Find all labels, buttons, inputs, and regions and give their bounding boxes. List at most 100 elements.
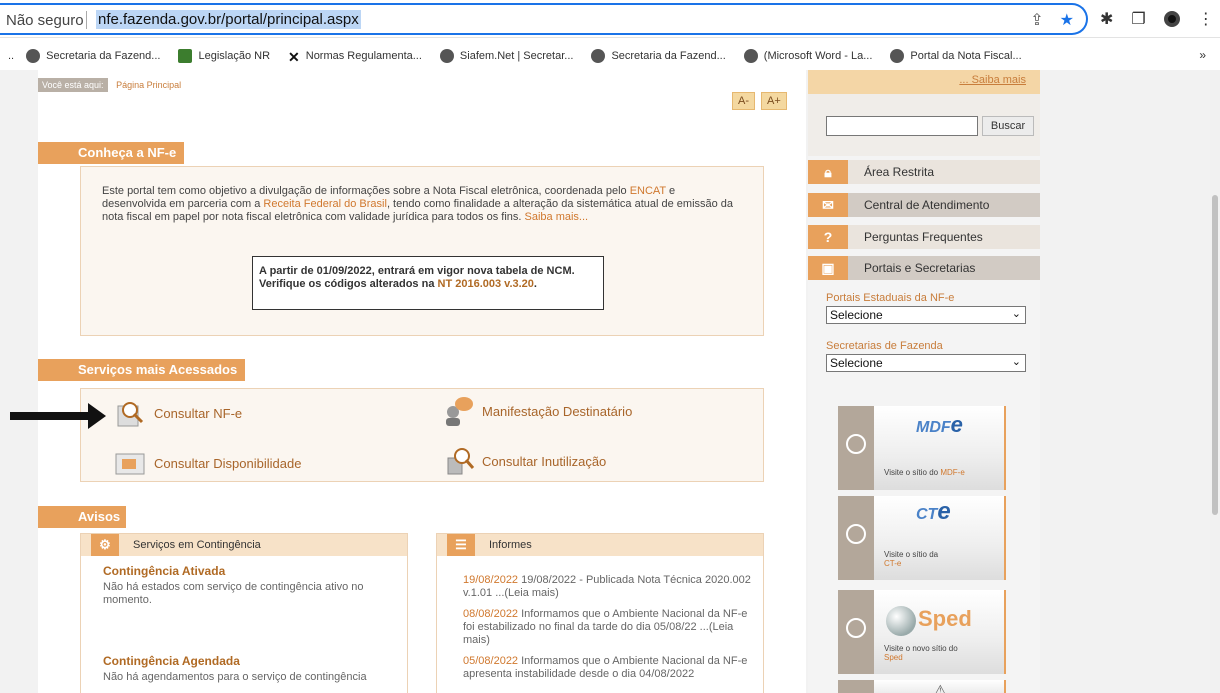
breadcrumb-current[interactable]: Página Principal: [116, 80, 181, 90]
search-button[interactable]: Buscar: [982, 116, 1034, 136]
profile-icon[interactable]: [1163, 11, 1180, 27]
area-restrita-button[interactable]: 🔒︎ Área Restrita: [808, 160, 1040, 184]
banner-highlight: MDF-e: [940, 468, 965, 477]
pointer-arrow: [10, 412, 94, 420]
consultar-nfe-link[interactable]: Consultar NF-e: [114, 398, 242, 428]
bookmark-label: Secretaria da Fazend...: [46, 50, 161, 62]
menu-label: Central de Atendimento: [864, 198, 990, 212]
saiba-mais-link[interactable]: ... Saiba mais: [808, 70, 1040, 94]
bookmark-star-icon[interactable]: ★: [1060, 10, 1074, 30]
side-panel-icon[interactable]: ❐: [1131, 9, 1145, 29]
informes-header: ☰ Informes: [437, 534, 763, 556]
next-banner[interactable]: ⚠: [838, 680, 1006, 693]
banner-side: [838, 590, 874, 674]
chevron-down-icon: ⌄: [1011, 356, 1021, 368]
trash-search-icon: [442, 446, 476, 476]
bookmarks-leading[interactable]: ..: [8, 50, 14, 62]
document-search-icon: [114, 398, 148, 428]
banner-caption: Visite o sítio do: [884, 468, 941, 477]
avisos-heading: Avisos: [38, 506, 127, 528]
banner-text: Visite o sítio da CT-e: [884, 550, 944, 568]
banner-text: Visite o sítio do MDF-e: [884, 468, 965, 477]
informe-item[interactable]: 08/08/2022 Informamos que o Ambiente Nac…: [463, 608, 753, 647]
banner-caption: Visite o sítio da: [884, 550, 939, 559]
mdfe-banner[interactable]: MDFe Visite o sítio do MDF-e: [838, 406, 1006, 490]
bookmark-item[interactable]: Secretaria da Fazend...: [591, 49, 726, 63]
chevron-down-icon: ⌄: [1011, 308, 1021, 320]
select-value: Selecione: [830, 308, 883, 322]
informe-item[interactable]: 19/08/2022 19/08/2022 - Publicada Nota T…: [463, 574, 753, 600]
bookmark-item[interactable]: (Microsoft Word - La...: [743, 49, 872, 63]
banner-caption: Visite o novo sítio do: [884, 644, 958, 653]
sidebar: ... Saiba mais Buscar 🔒︎ Área Restrita ✉ C…: [808, 70, 1040, 693]
bookmark-label: Portal da Nota Fiscal...: [910, 50, 1022, 62]
bookmark-item[interactable]: Siafem.Net | Secretar...: [439, 49, 573, 63]
perguntas-frequentes-button[interactable]: ? Perguntas Frequentes: [808, 225, 1040, 249]
url-text[interactable]: nfe.fazenda.gov.br/portal/principal.aspx: [96, 10, 361, 29]
banner-text: Visite o novo sítio do Sped: [884, 644, 974, 662]
bookmark-item[interactable]: ✕ Normas Regulamenta...: [288, 49, 422, 65]
notice-text: Verifique os códigos alterados na: [259, 278, 438, 290]
main-column: Você está aqui: Página Principal A- A+ C…: [38, 70, 806, 693]
central-atendimento-button[interactable]: ✉ Central de Atendimento: [808, 193, 1040, 217]
ativada-text: Não há estados com serviço de contingênc…: [103, 581, 364, 606]
bookmark-label: Legislação NR: [198, 50, 271, 62]
agendada-title: Contingência Agendada: [103, 654, 240, 668]
font-decrease-button[interactable]: A-: [732, 92, 755, 110]
encat-link[interactable]: ENCAT: [630, 185, 666, 197]
panel-title: Informes: [489, 539, 532, 551]
notice-line1: A partir de 01/09/2022, entrará em vigor…: [259, 265, 575, 277]
secretarias-label: Secretarias de Fazenda: [826, 340, 943, 352]
logo-text: MDF: [916, 419, 951, 436]
share-icon[interactable]: ⇪: [1030, 10, 1043, 30]
consultar-inutilizacao-link[interactable]: Consultar Inutilização: [442, 446, 606, 476]
page-content: Você está aqui: Página Principal A- A+ C…: [0, 70, 1220, 693]
rfb-link[interactable]: Receita Federal do Brasil: [263, 198, 387, 210]
bookmark-item[interactable]: Legislação NR: [178, 49, 270, 63]
conheca-heading: Conheça a NF-e: [38, 142, 185, 164]
sped-banner[interactable]: Sped Visite o novo sítio do Sped: [838, 590, 1006, 674]
search-area: Buscar: [808, 94, 1040, 156]
menu-icon[interactable]: ⋮: [1198, 9, 1214, 29]
breadcrumb: Você está aqui: Página Principal: [38, 78, 181, 92]
notice-end: .: [533, 278, 537, 290]
manifestacao-link[interactable]: Manifestação Destinatário: [442, 396, 632, 426]
panel-title: Serviços em Contingência: [133, 539, 261, 551]
portais-select[interactable]: Selecione ⌄: [826, 306, 1026, 324]
saiba-mais-link[interactable]: Saiba mais...: [525, 211, 589, 223]
cte-logo: CTe: [916, 498, 951, 526]
cte-banner[interactable]: CTe Visite o sítio da CT-e: [838, 496, 1006, 580]
sped-logo: Sped: [918, 606, 972, 631]
contingencia-header: ⚙ Serviços em Contingência: [81, 534, 407, 556]
informe-item[interactable]: 05/08/2022 Informamos que o Ambiente Nac…: [463, 655, 753, 681]
font-increase-button[interactable]: A+: [761, 92, 787, 110]
bookmark-item[interactable]: Secretaria da Fazend...: [26, 49, 160, 63]
extensions-icon[interactable]: ✱: [1100, 9, 1113, 29]
contingency-icon: ⚙: [91, 534, 119, 556]
scrollbar-thumb[interactable]: [1212, 195, 1218, 515]
font-size-controls: A- A+: [732, 92, 787, 110]
bookmarks-more[interactable]: »: [1199, 48, 1206, 62]
lock-icon: 🔒︎: [808, 160, 848, 184]
banner-side: [838, 406, 874, 490]
globe-icon: [846, 524, 866, 544]
bookmark-item[interactable]: Portal da Nota Fiscal...: [890, 49, 1022, 63]
search-input[interactable]: [826, 116, 978, 136]
globe-icon: [26, 49, 41, 63]
insecure-label[interactable]: Não seguro: [6, 12, 84, 29]
sped-sphere-icon: [886, 606, 916, 636]
select-value: Selecione: [830, 356, 883, 370]
ativada-title: Contingência Ativada: [103, 564, 226, 578]
service-label: Consultar NF-e: [154, 405, 243, 421]
servicos-heading: Serviços mais Acessados: [38, 359, 246, 381]
breadcrumb-label: Você está aqui:: [38, 78, 108, 92]
secretarias-select[interactable]: Selecione ⌄: [826, 354, 1026, 372]
globe-icon: [890, 49, 905, 63]
logo-sub: e: [937, 498, 951, 525]
banner-highlight: CT-e: [884, 559, 902, 568]
consultar-disponibilidade-link[interactable]: Consultar Disponibilidade: [114, 448, 301, 478]
nt-link[interactable]: NT 2016.003 v.3.20: [438, 278, 534, 290]
informe-date: 08/08/2022: [463, 608, 519, 620]
portais-secretarias-button[interactable]: ▣ Portais e Secretarias: [808, 256, 1040, 280]
address-bar[interactable]: Não seguro nfe.fazenda.gov.br/portal/pri…: [0, 3, 1088, 35]
